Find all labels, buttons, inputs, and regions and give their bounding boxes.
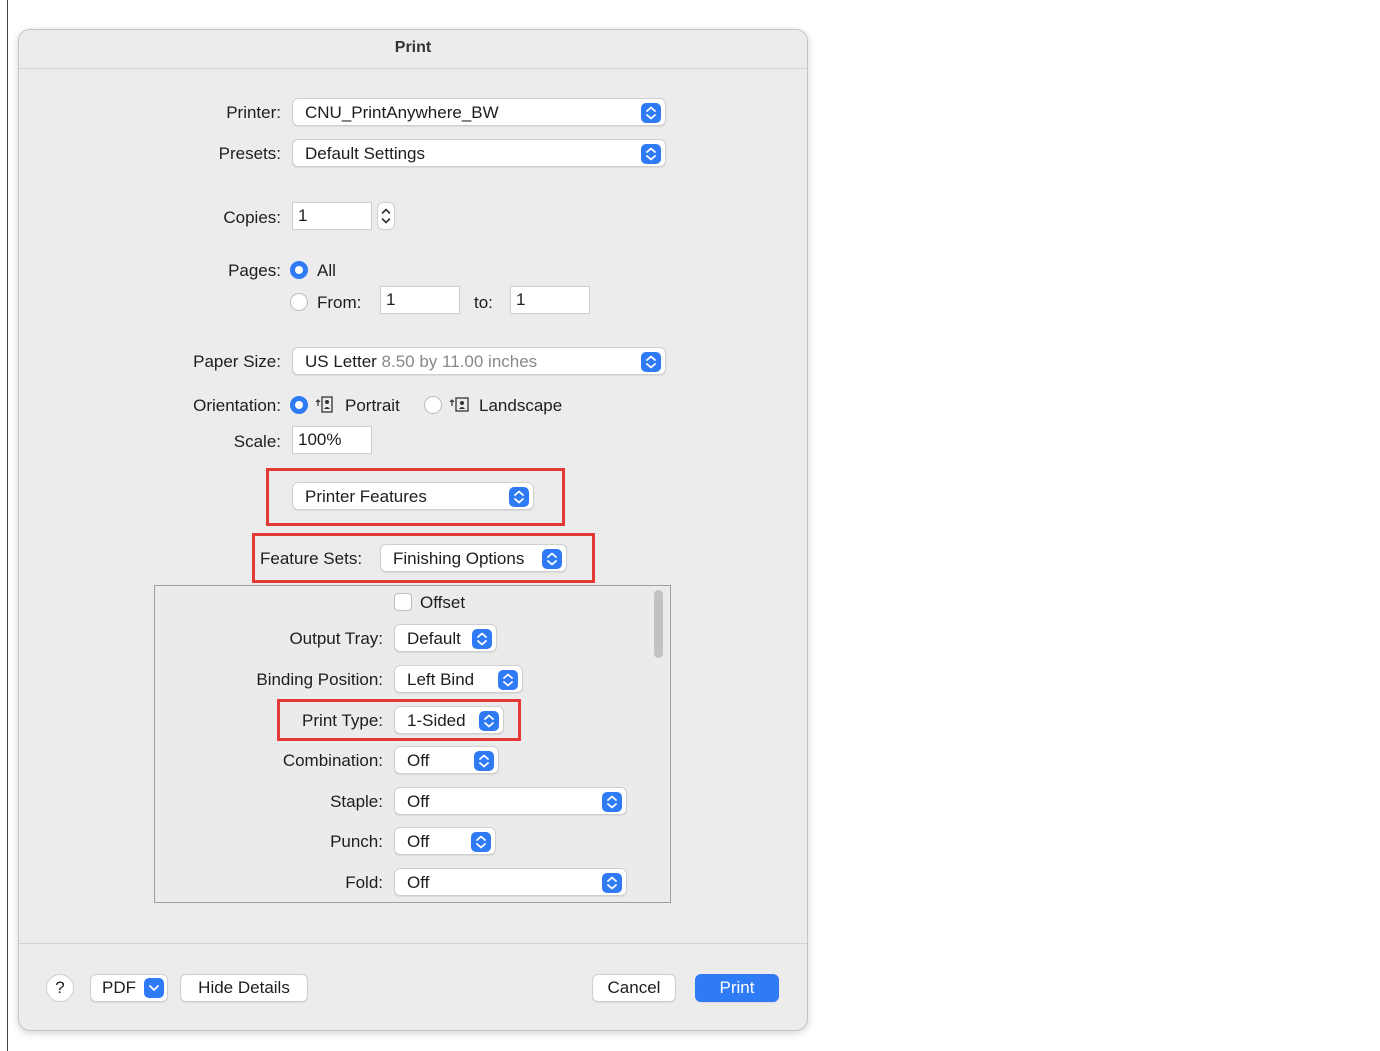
punch-popup[interactable]: Off bbox=[394, 827, 496, 855]
popup-arrows-icon bbox=[641, 144, 661, 164]
paper-size-popup[interactable]: US Letter 8.50 by 11.00 inches bbox=[292, 347, 666, 375]
fold-popup[interactable]: Off bbox=[394, 868, 627, 896]
copies-stepper[interactable] bbox=[377, 202, 395, 230]
copies-field[interactable] bbox=[292, 202, 372, 230]
popup-arrows-icon bbox=[471, 832, 491, 852]
copies-label: Copies: bbox=[223, 208, 281, 227]
orientation-portrait-label: Portrait bbox=[345, 396, 400, 415]
feature-sets-label: Feature Sets: bbox=[260, 549, 363, 568]
offset-label: Offset bbox=[420, 593, 466, 612]
section-popup[interactable]: Printer Features bbox=[292, 482, 534, 510]
dialog-title: Print bbox=[394, 39, 432, 56]
punch-label: Punch: bbox=[330, 832, 383, 851]
chevron-down-icon bbox=[144, 978, 164, 998]
popup-arrows-icon bbox=[498, 670, 518, 690]
help-button[interactable]: ? bbox=[46, 974, 74, 1002]
punch-value: Off bbox=[407, 832, 430, 851]
print-dialog: Print Printer: CNU_PrintAnywhere_BW Pres… bbox=[18, 29, 808, 1031]
popup-arrows-icon bbox=[602, 873, 622, 893]
combination-label: Combination: bbox=[282, 751, 383, 770]
pdf-menu-button[interactable]: PDF bbox=[90, 974, 168, 1002]
landscape-icon bbox=[448, 395, 470, 419]
orientation-portrait-radio[interactable] bbox=[290, 396, 308, 414]
printer-popup[interactable]: CNU_PrintAnywhere_BW bbox=[292, 98, 666, 126]
feature-sets-value: Finishing Options bbox=[393, 549, 525, 568]
pages-from-field[interactable] bbox=[380, 286, 460, 314]
binding-position-label: Binding Position: bbox=[256, 670, 383, 689]
paper-size-value: US Letter bbox=[305, 352, 377, 371]
pages-from-radio[interactable] bbox=[290, 293, 308, 311]
print-type-label: Print Type: bbox=[302, 711, 383, 730]
left-edge-rule bbox=[7, 0, 8, 1051]
output-tray-popup[interactable]: Default bbox=[394, 624, 497, 652]
title-bar: Print bbox=[19, 30, 807, 69]
pages-from-input[interactable] bbox=[381, 287, 459, 313]
orientation-label: Orientation: bbox=[193, 396, 281, 415]
hide-details-button[interactable]: Hide Details bbox=[180, 974, 308, 1002]
staple-label: Staple: bbox=[330, 792, 383, 811]
staple-value: Off bbox=[407, 792, 430, 811]
printer-label: Printer: bbox=[226, 103, 281, 122]
popup-arrows-icon bbox=[542, 549, 562, 569]
popup-arrows-icon bbox=[472, 629, 492, 649]
output-tray-value: Default bbox=[407, 629, 461, 648]
print-type-popup[interactable]: 1-Sided bbox=[394, 706, 504, 734]
paper-size-label: Paper Size: bbox=[193, 352, 281, 371]
scale-input[interactable] bbox=[293, 427, 371, 453]
popup-arrows-icon bbox=[479, 711, 499, 731]
combination-value: Off bbox=[407, 751, 430, 770]
fold-label: Fold: bbox=[345, 873, 383, 892]
combination-popup[interactable]: Off bbox=[394, 746, 499, 774]
scale-label: Scale: bbox=[233, 432, 281, 451]
offset-checkbox[interactable] bbox=[394, 593, 412, 611]
presets-value: Default Settings bbox=[305, 144, 426, 163]
footer-divider bbox=[19, 943, 807, 944]
panel-scrollbar-thumb[interactable] bbox=[654, 590, 663, 658]
scale-field[interactable] bbox=[292, 426, 372, 454]
popup-arrows-icon bbox=[641, 352, 661, 372]
popup-arrows-icon bbox=[474, 751, 494, 771]
orientation-landscape-radio[interactable] bbox=[424, 396, 442, 414]
paper-size-detail: 8.50 by 11.00 inches bbox=[381, 352, 538, 371]
orientation-landscape-label: Landscape bbox=[479, 396, 563, 415]
presets-label: Presets: bbox=[218, 144, 281, 163]
pages-to-input[interactable] bbox=[511, 287, 589, 313]
cancel-button[interactable]: Cancel bbox=[592, 974, 676, 1002]
pdf-label: PDF bbox=[102, 978, 136, 997]
stepper-arrows-icon bbox=[381, 208, 391, 224]
binding-position-popup[interactable]: Left Bind bbox=[394, 665, 523, 693]
popup-arrows-icon bbox=[641, 103, 661, 123]
pages-label: Pages: bbox=[228, 261, 281, 280]
binding-position-value: Left Bind bbox=[407, 670, 475, 689]
portrait-icon bbox=[314, 395, 334, 419]
popup-arrows-icon bbox=[509, 487, 529, 507]
output-tray-label: Output Tray: bbox=[289, 629, 383, 648]
staple-popup[interactable]: Off bbox=[394, 787, 627, 815]
popup-arrows-icon bbox=[602, 792, 622, 812]
print-button[interactable]: Print bbox=[695, 974, 779, 1002]
pages-to-label: to: bbox=[474, 293, 493, 312]
print-type-value: 1-Sided bbox=[407, 711, 466, 730]
presets-popup[interactable]: Default Settings bbox=[292, 139, 666, 167]
pages-all-radio[interactable] bbox=[290, 261, 308, 279]
fold-value: Off bbox=[407, 873, 430, 892]
printer-value: CNU_PrintAnywhere_BW bbox=[305, 103, 499, 122]
section-popup-value: Printer Features bbox=[305, 487, 427, 506]
feature-sets-popup[interactable]: Finishing Options bbox=[380, 544, 567, 572]
pages-from-label: From: bbox=[317, 293, 362, 312]
pages-all-label: All bbox=[317, 261, 336, 280]
copies-input[interactable] bbox=[293, 203, 371, 229]
pages-to-field[interactable] bbox=[510, 286, 590, 314]
